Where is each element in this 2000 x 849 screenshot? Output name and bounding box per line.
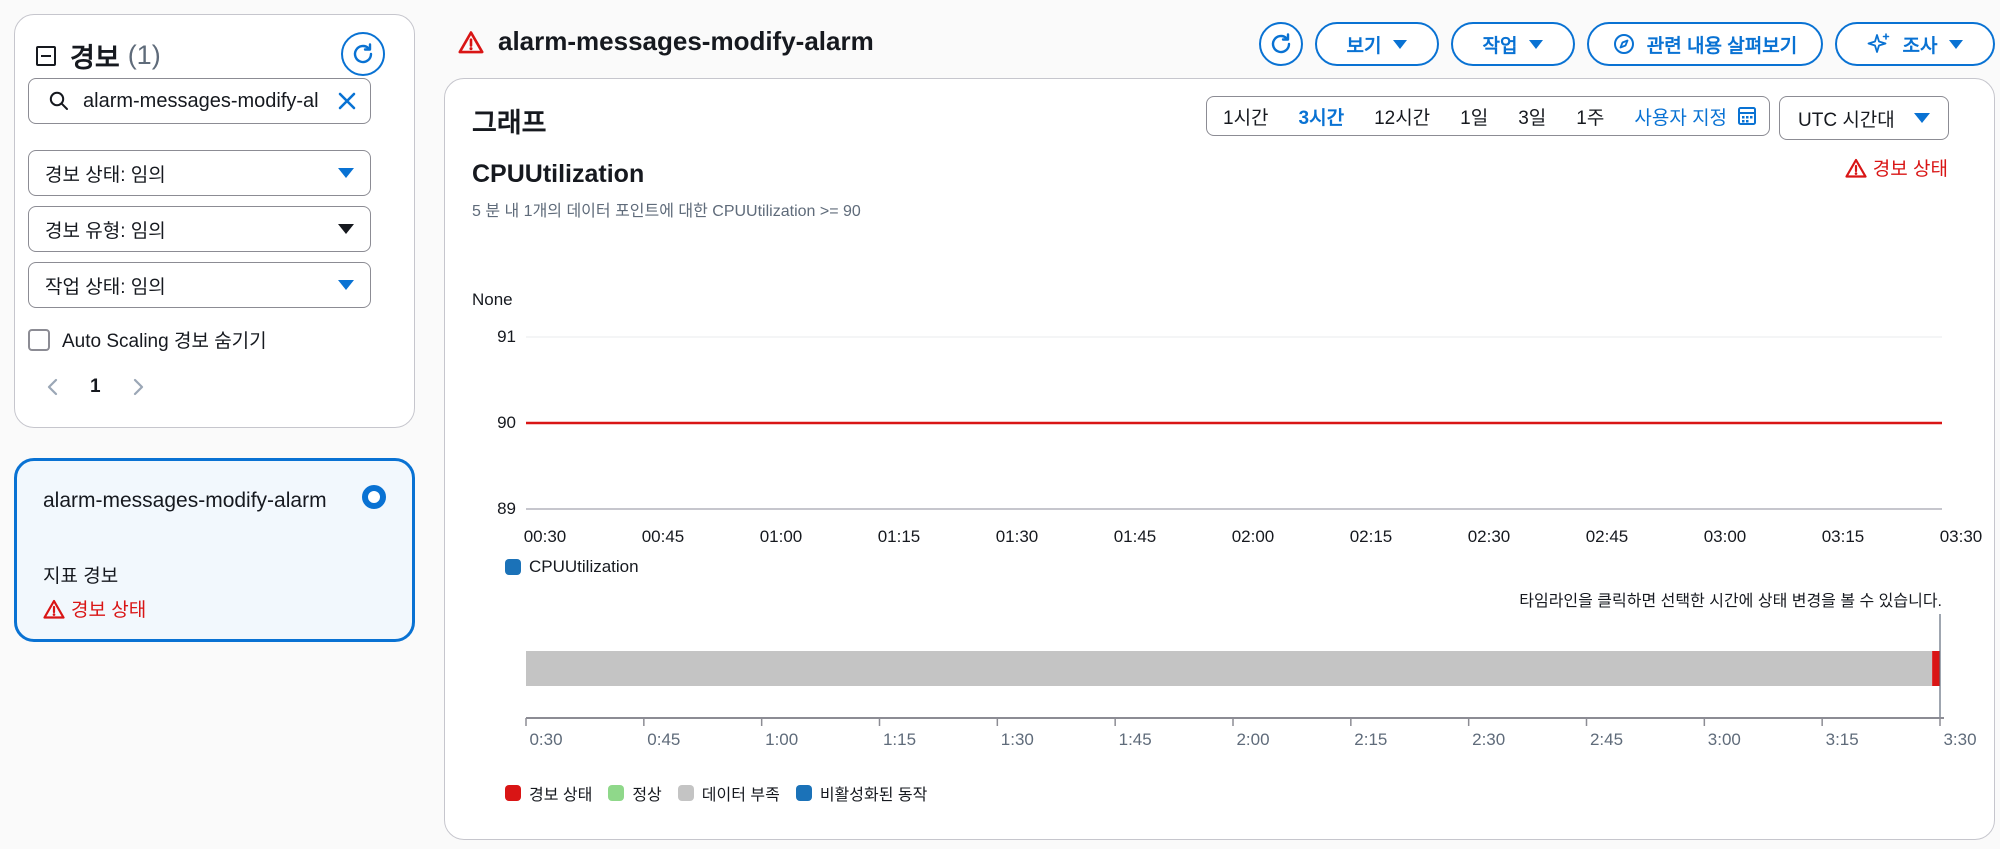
alarm-state-text: 경보 상태: [1872, 159, 1948, 180]
alarm-list-header[interactable]: 경보 (1): [36, 36, 161, 75]
dropdown-caret-icon: [1529, 39, 1544, 49]
metric-name: CPUUtilization: [472, 160, 645, 188]
timeline-legend-item: 경보 상태: [505, 781, 592, 805]
refresh-button[interactable]: [1259, 22, 1303, 66]
alarm-card-status: 경보 상태: [43, 595, 146, 622]
alarm-card-name: alarm-messages-modify-alarm: [43, 489, 327, 512]
timeline-hint: 타임라인을 클릭하면 선택한 시간에 상태 변경을 볼 수 있습니다.: [1519, 593, 1942, 610]
alarm-card-type: 지표 경보: [43, 566, 119, 587]
alarm-count: (1): [127, 40, 161, 70]
alarm-state-filter-label: 경보 상태: 임의: [45, 164, 166, 186]
dropdown-caret-icon: [338, 280, 354, 290]
graph-title: 그래프: [472, 108, 547, 138]
timeline-legend-item: 정상: [608, 781, 662, 805]
collapse-icon[interactable]: [36, 45, 56, 66]
alarm-type-filter-label: 경보 유형: 임의: [45, 220, 166, 242]
action-state-filter[interactable]: 작업 상태: 임의: [28, 262, 371, 308]
range-1d[interactable]: 1일: [1460, 103, 1488, 130]
page-title-text: alarm-messages-modify-alarm: [498, 26, 874, 56]
search-value: alarm-messages-modify-al: [83, 89, 319, 112]
explore-related-label: 관련 내용 살펴보기: [1646, 35, 1798, 57]
y-tick-label: 89: [497, 499, 516, 518]
pagination: 1: [46, 376, 145, 398]
action-state-filter-label: 작업 상태: 임의: [45, 276, 166, 298]
refresh-icon: [1271, 33, 1291, 54]
range-custom[interactable]: 사용자 지정: [1634, 103, 1757, 130]
range-3h[interactable]: 3시간: [1299, 103, 1345, 130]
warning-icon: [1845, 158, 1867, 178]
alarm-state-indicator: 경보 상태: [1845, 154, 1948, 181]
legend-label: 비활성화된 동작: [819, 787, 928, 804]
alarm-list-title: 경보: [70, 43, 120, 73]
dropdown-caret-icon: [1393, 39, 1408, 49]
timezone-select[interactable]: UTC 시간대: [1779, 96, 1949, 140]
refresh-list-button[interactable]: [341, 32, 385, 76]
clear-search-icon[interactable]: [336, 90, 358, 112]
graph-panel: [444, 78, 1995, 840]
calendar-icon: [1738, 107, 1757, 125]
explore-related-button[interactable]: 관련 내용 살펴보기: [1587, 22, 1823, 66]
timeline-legend-item: 데이터 부족: [677, 781, 780, 805]
metric-description: 5 분 내 1개의 데이터 포인트에 대한 CPUUtilization >= …: [472, 203, 861, 220]
legend-swatch: [677, 785, 694, 801]
range-custom-label: 사용자 지정: [1634, 107, 1728, 129]
alarm-card-status-label: 경보 상태: [71, 600, 147, 621]
y-tick-label: 91: [497, 327, 516, 346]
dropdown-caret-icon: [338, 224, 354, 234]
range-3d[interactable]: 3일: [1518, 103, 1546, 130]
legend-series-label[interactable]: CPUUtilization: [529, 557, 639, 577]
timeline-legend-item: 비활성화된 동작: [795, 781, 928, 805]
chevron-left-icon[interactable]: [46, 377, 60, 397]
dropdown-caret-icon: [1914, 113, 1930, 123]
legend-label: 경보 상태: [529, 787, 593, 804]
actions-button[interactable]: 작업: [1451, 22, 1575, 66]
investigate-button[interactable]: 조사: [1835, 22, 1995, 66]
warning-icon: [458, 30, 484, 53]
legend-swatch: [795, 785, 812, 801]
sparkle-icon: [1867, 33, 1889, 53]
legend-swatch: [608, 785, 625, 801]
actions-button-label: 작업: [1482, 35, 1518, 57]
range-12h[interactable]: 12시간: [1374, 103, 1430, 130]
alarm-type-filter[interactable]: 경보 유형: 임의: [28, 206, 371, 252]
timezone-label: UTC 시간대: [1798, 109, 1895, 131]
search-icon: [49, 91, 68, 110]
legend-label: 정상: [632, 787, 662, 804]
view-button-label: 보기: [1346, 35, 1382, 57]
hide-autoscaling-label: Auto Scaling 경보 숨기기: [62, 331, 267, 352]
hide-autoscaling-checkbox[interactable]: [28, 328, 50, 351]
refresh-icon: [353, 43, 373, 64]
chart-legend: CPUUtilization: [505, 557, 639, 577]
legend-label: 데이터 부족: [701, 787, 780, 804]
legend-swatch: [505, 785, 521, 801]
range-1w[interactable]: 1주: [1576, 103, 1604, 130]
legend-swatch[interactable]: [505, 559, 521, 575]
view-button[interactable]: 보기: [1315, 22, 1439, 66]
page-number[interactable]: 1: [90, 376, 101, 398]
search-input[interactable]: alarm-messages-modify-al: [28, 78, 371, 124]
y-axis-unit: None: [472, 290, 513, 309]
page-title: alarm-messages-modify-alarm: [458, 26, 874, 57]
alarm-card-radio[interactable]: [362, 485, 386, 509]
alarm-card[interactable]: alarm-messages-modify-alarm 지표 경보 경보 상태: [14, 458, 415, 642]
hide-autoscaling-toggle[interactable]: Auto Scaling 경보 숨기기: [28, 326, 267, 353]
alarm-state-filter[interactable]: 경보 상태: 임의: [28, 150, 371, 196]
dropdown-caret-icon: [1949, 39, 1964, 49]
range-1h[interactable]: 1시간: [1223, 103, 1269, 130]
timeline-legend: 경보 상태 정상 데이터 부족 비활성화된 동작: [505, 781, 943, 805]
dropdown-caret-icon: [338, 168, 354, 178]
y-tick-label: 90: [497, 413, 516, 432]
chevron-right-icon[interactable]: [131, 377, 145, 397]
investigate-label: 조사: [1902, 35, 1938, 57]
warning-icon: [43, 599, 65, 619]
compass-icon: [1613, 34, 1634, 54]
time-range-selector: 1시간 3시간 12시간 1일 3일 1주 사용자 지정: [1206, 96, 1770, 136]
